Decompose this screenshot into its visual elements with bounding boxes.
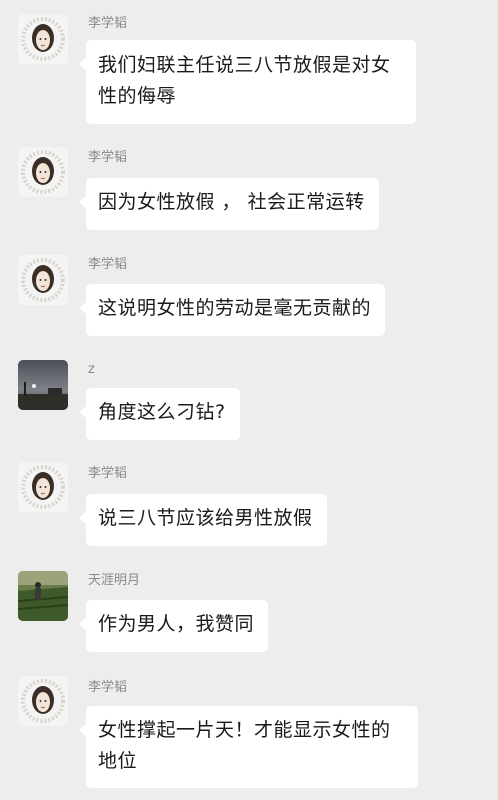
sender-name: 天涯明月: [88, 573, 141, 588]
avatar[interactable]: [18, 14, 68, 64]
lady-sketch-avatar-icon: [21, 465, 65, 509]
message-text: 作为男人，我赞同: [98, 613, 255, 635]
lady-sketch-avatar-icon: [21, 17, 65, 61]
message-text: 这说明女性的劳动是毫无贡献的: [98, 297, 372, 319]
message-bubble[interactable]: 说三八节应该给男性放假: [79, 494, 327, 546]
message-bubble[interactable]: 女性撑起一片天！才能显示女性的地位: [79, 706, 418, 788]
avatar[interactable]: [18, 462, 68, 512]
sender-name: 李学韬: [88, 150, 128, 165]
message-bubble[interactable]: 角度这么刁钻?: [79, 388, 240, 440]
message-text: 我们妇联主任说三八节放假是对女性的侮辱: [98, 54, 391, 107]
avatar[interactable]: [18, 255, 68, 305]
dusk-landscape-avatar-icon: [18, 360, 68, 410]
message-bubble[interactable]: 因为女性放假 ， 社会正常运转: [79, 178, 379, 230]
lady-sketch-avatar-icon: [21, 258, 65, 302]
lady-sketch-avatar-icon: [21, 150, 65, 194]
avatar[interactable]: [18, 571, 68, 621]
message-text: 角度这么刁钻?: [98, 401, 226, 423]
message-text: 说三八节应该给男性放假: [98, 507, 313, 529]
message-bubble[interactable]: 作为男人，我赞同: [78, 600, 269, 652]
sender-name: 李学韬: [88, 257, 128, 272]
message-bubble[interactable]: 这说明女性的劳动是毫无贡献的: [78, 284, 386, 336]
message-text: 因为女性放假 ， 社会正常运转: [98, 191, 365, 213]
sender-name: z: [88, 362, 95, 377]
sender-name: 李学韬: [88, 466, 128, 481]
message-bubble[interactable]: 我们妇联主任说三八节放假是对女性的侮辱: [79, 40, 416, 124]
sender-name: 李学韬: [88, 16, 128, 31]
avatar[interactable]: [18, 147, 68, 197]
sender-name: 李学韬: [88, 680, 128, 695]
avatar[interactable]: [18, 360, 68, 410]
field-photo-avatar-icon: [18, 571, 68, 621]
lady-sketch-avatar-icon: [21, 679, 65, 723]
message-text: 女性撑起一片天！才能显示女性的地位: [98, 719, 391, 772]
avatar[interactable]: [18, 676, 68, 726]
